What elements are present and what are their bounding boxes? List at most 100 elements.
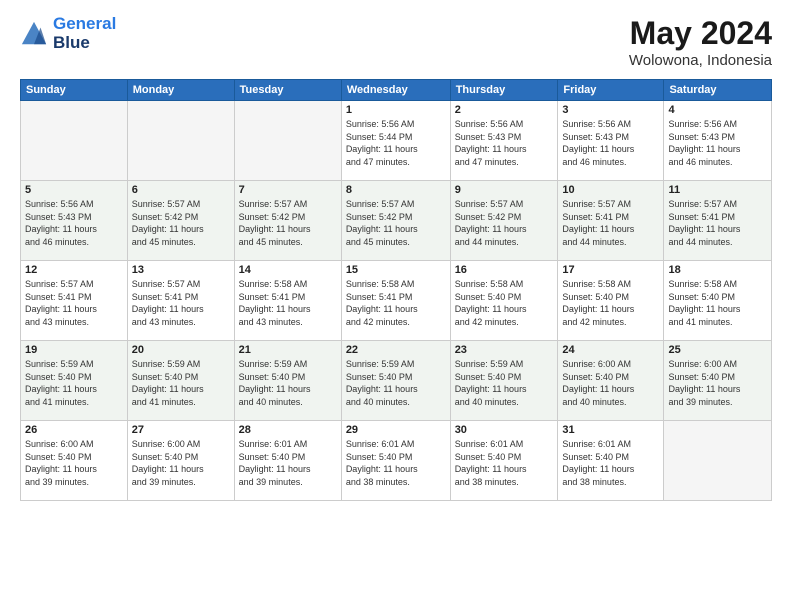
- calendar-cell: 13Sunrise: 5:57 AM Sunset: 5:41 PM Dayli…: [127, 261, 234, 341]
- day-number: 23: [455, 344, 554, 356]
- calendar-cell: 29 Sunrise: 6:01 AM Sunset: 5:40 PM Dayli…: [341, 421, 450, 501]
- calendar-cell: 30 Sunrise: 6:01 AM Sunset: 5:40 PM Dayli…: [450, 421, 558, 501]
- day-number: 14: [239, 264, 337, 276]
- day-info: Sunrise: 5:57 AM Sunset: 5:41 PM Dayligh…: [132, 278, 230, 328]
- day-info: Sunrise: 5:56 AM Sunset: 5:43 PM Dayligh…: [455, 118, 554, 168]
- calendar-cell: 31Sunrise: 6:01 AM Sunset: 5:40 PM Dayli…: [558, 421, 664, 501]
- day-number: 30: [455, 424, 554, 436]
- calendar-cell: 17 Sunrise: 5:58 AM Sunset: 5:40 PM Dayli…: [558, 261, 664, 341]
- day-number: 17: [562, 264, 659, 276]
- day-number: 6: [132, 184, 230, 196]
- day-number: 27: [132, 424, 230, 436]
- calendar-cell: 7 Sunrise: 5:57 AM Sunset: 5:42 PM Daylig…: [234, 181, 341, 261]
- day-info: Sunrise: 5:57 AM Sunset: 5:42 PM Dayligh…: [132, 198, 230, 248]
- week-row-2: 12Sunrise: 5:57 AM Sunset: 5:41 PM Dayli…: [21, 261, 772, 341]
- day-info: Sunrise: 5:59 AM Sunset: 5:40 PM Dayligh…: [346, 358, 446, 408]
- day-info: Sunrise: 6:00 AM Sunset: 5:40 PM Dayligh…: [132, 438, 230, 488]
- calendar-cell: 25 Sunrise: 6:00 AM Sunset: 5:40 PM Dayli…: [664, 341, 772, 421]
- day-info: Sunrise: 6:00 AM Sunset: 5:40 PM Dayligh…: [668, 358, 767, 408]
- day-number: 24: [562, 344, 659, 356]
- day-info: Sunrise: 5:56 AM Sunset: 5:43 PM Dayligh…: [562, 118, 659, 168]
- calendar-cell: 16Sunrise: 5:58 AM Sunset: 5:40 PM Dayli…: [450, 261, 558, 341]
- day-info: Sunrise: 5:56 AM Sunset: 5:43 PM Dayligh…: [668, 118, 767, 168]
- day-info: Sunrise: 5:57 AM Sunset: 5:41 PM Dayligh…: [562, 198, 659, 248]
- day-number: 15: [346, 264, 446, 276]
- day-info: Sunrise: 5:57 AM Sunset: 5:42 PM Dayligh…: [455, 198, 554, 248]
- weekday-tuesday: Tuesday: [234, 80, 341, 101]
- weekday-sunday: Sunday: [21, 80, 128, 101]
- weekday-thursday: Thursday: [450, 80, 558, 101]
- calendar-cell: 26Sunrise: 6:00 AM Sunset: 5:40 PM Dayli…: [21, 421, 128, 501]
- day-info: Sunrise: 6:00 AM Sunset: 5:40 PM Dayligh…: [562, 358, 659, 408]
- calendar-cell: 12Sunrise: 5:57 AM Sunset: 5:41 PM Dayli…: [21, 261, 128, 341]
- calendar-cell: 11 Sunrise: 5:57 AM Sunset: 5:41 PM Dayli…: [664, 181, 772, 261]
- calendar-cell: 10 Sunrise: 5:57 AM Sunset: 5:41 PM Dayli…: [558, 181, 664, 261]
- week-row-4: 26Sunrise: 6:00 AM Sunset: 5:40 PM Dayli…: [21, 421, 772, 501]
- calendar-cell: [664, 421, 772, 501]
- calendar-cell: 23Sunrise: 5:59 AM Sunset: 5:40 PM Dayli…: [450, 341, 558, 421]
- calendar-cell: 14Sunrise: 5:58 AM Sunset: 5:41 PM Dayli…: [234, 261, 341, 341]
- calendar-table: SundayMondayTuesdayWednesdayThursdayFrid…: [20, 79, 772, 501]
- day-info: Sunrise: 5:59 AM Sunset: 5:40 PM Dayligh…: [25, 358, 123, 408]
- day-number: 18: [668, 264, 767, 276]
- weekday-wednesday: Wednesday: [341, 80, 450, 101]
- calendar-cell: 5Sunrise: 5:56 AM Sunset: 5:43 PM Daylig…: [21, 181, 128, 261]
- calendar-cell: [127, 101, 234, 181]
- calendar-cell: 22Sunrise: 5:59 AM Sunset: 5:40 PM Dayli…: [341, 341, 450, 421]
- day-number: 8: [346, 184, 446, 196]
- calendar-cell: 27 Sunrise: 6:00 AM Sunset: 5:40 PM Dayli…: [127, 421, 234, 501]
- day-info: Sunrise: 5:57 AM Sunset: 5:41 PM Dayligh…: [668, 198, 767, 248]
- day-info: Sunrise: 6:01 AM Sunset: 5:40 PM Dayligh…: [455, 438, 554, 488]
- day-number: 9: [455, 184, 554, 196]
- day-number: 31: [562, 424, 659, 436]
- week-row-0: 1Sunrise: 5:56 AM Sunset: 5:44 PM Daylig…: [21, 101, 772, 181]
- day-info: Sunrise: 5:57 AM Sunset: 5:42 PM Dayligh…: [239, 198, 337, 248]
- day-number: 25: [668, 344, 767, 356]
- day-info: Sunrise: 6:01 AM Sunset: 5:40 PM Dayligh…: [239, 438, 337, 488]
- day-info: Sunrise: 5:58 AM Sunset: 5:40 PM Dayligh…: [562, 278, 659, 328]
- title-block: May 2024 Wolowona, Indonesia: [629, 15, 772, 69]
- logo-text: General Blue: [53, 15, 116, 52]
- day-number: 3: [562, 104, 659, 116]
- calendar-cell: 19 Sunrise: 5:59 AM Sunset: 5:40 PM Dayli…: [21, 341, 128, 421]
- calendar-cell: 1Sunrise: 5:56 AM Sunset: 5:44 PM Daylig…: [341, 101, 450, 181]
- day-number: 10: [562, 184, 659, 196]
- calendar-cell: [21, 101, 128, 181]
- day-info: Sunrise: 5:59 AM Sunset: 5:40 PM Dayligh…: [132, 358, 230, 408]
- day-number: 5: [25, 184, 123, 196]
- day-number: 4: [668, 104, 767, 116]
- calendar-cell: 21Sunrise: 5:59 AM Sunset: 5:40 PM Dayli…: [234, 341, 341, 421]
- day-number: 21: [239, 344, 337, 356]
- day-info: Sunrise: 5:58 AM Sunset: 5:40 PM Dayligh…: [668, 278, 767, 328]
- day-number: 28: [239, 424, 337, 436]
- header: General Blue May 2024 Wolowona, Indonesi…: [20, 15, 772, 69]
- calendar-cell: 28 Sunrise: 6:01 AM Sunset: 5:40 PM Dayli…: [234, 421, 341, 501]
- day-number: 7: [239, 184, 337, 196]
- weekday-header-row: SundayMondayTuesdayWednesdayThursdayFrid…: [21, 80, 772, 101]
- calendar-cell: 20 Sunrise: 5:59 AM Sunset: 5:40 PM Dayli…: [127, 341, 234, 421]
- weekday-saturday: Saturday: [664, 80, 772, 101]
- weekday-friday: Friday: [558, 80, 664, 101]
- calendar-cell: [234, 101, 341, 181]
- month-title: May 2024: [629, 15, 772, 52]
- day-number: 1: [346, 104, 446, 116]
- logo: General Blue: [20, 15, 116, 52]
- day-info: Sunrise: 6:01 AM Sunset: 5:40 PM Dayligh…: [346, 438, 446, 488]
- day-number: 11: [668, 184, 767, 196]
- week-row-1: 5Sunrise: 5:56 AM Sunset: 5:43 PM Daylig…: [21, 181, 772, 261]
- day-number: 16: [455, 264, 554, 276]
- day-info: Sunrise: 5:57 AM Sunset: 5:41 PM Dayligh…: [25, 278, 123, 328]
- calendar-cell: 8Sunrise: 5:57 AM Sunset: 5:42 PM Daylig…: [341, 181, 450, 261]
- calendar-cell: 9 Sunrise: 5:57 AM Sunset: 5:42 PM Daylig…: [450, 181, 558, 261]
- day-info: Sunrise: 5:58 AM Sunset: 5:41 PM Dayligh…: [346, 278, 446, 328]
- calendar-page: General Blue May 2024 Wolowona, Indonesi…: [0, 0, 792, 612]
- calendar-cell: 4 Sunrise: 5:56 AM Sunset: 5:43 PM Daylig…: [664, 101, 772, 181]
- day-info: Sunrise: 6:00 AM Sunset: 5:40 PM Dayligh…: [25, 438, 123, 488]
- day-number: 20: [132, 344, 230, 356]
- day-number: 19: [25, 344, 123, 356]
- day-number: 2: [455, 104, 554, 116]
- day-number: 29: [346, 424, 446, 436]
- calendar-cell: 15 Sunrise: 5:58 AM Sunset: 5:41 PM Dayli…: [341, 261, 450, 341]
- calendar-cell: 2 Sunrise: 5:56 AM Sunset: 5:43 PM Daylig…: [450, 101, 558, 181]
- calendar-cell: 18 Sunrise: 5:58 AM Sunset: 5:40 PM Dayli…: [664, 261, 772, 341]
